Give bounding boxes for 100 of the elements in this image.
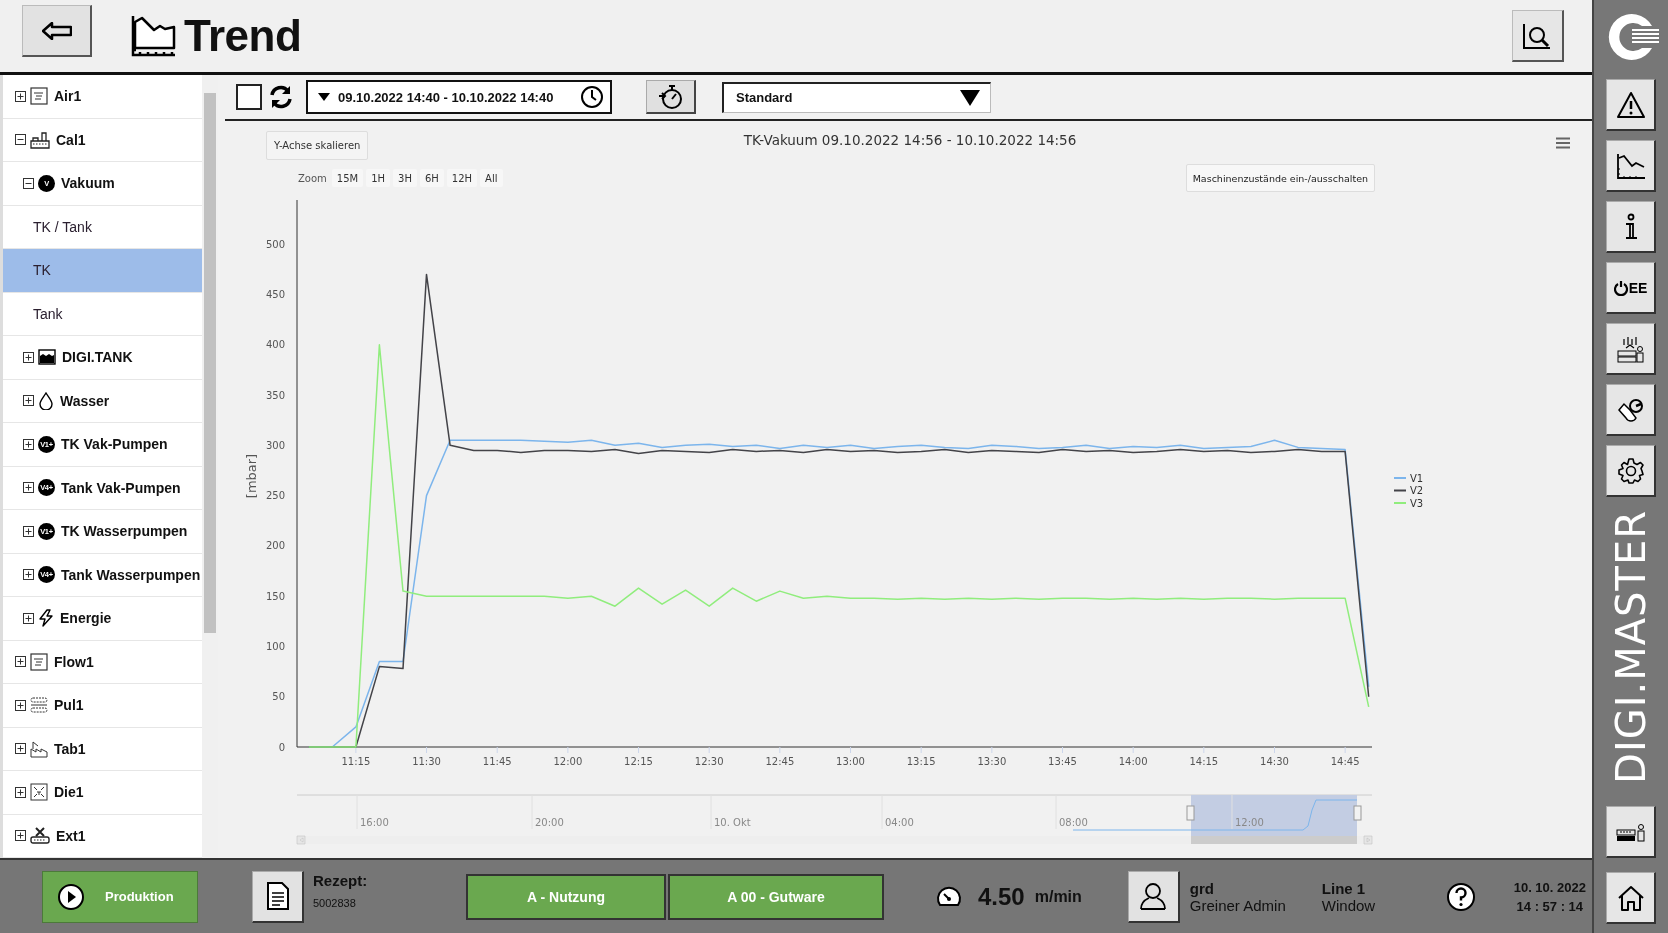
stopwatch-button[interactable] (646, 80, 696, 114)
drop-icon (38, 391, 54, 410)
chart-icon (1615, 151, 1646, 180)
axis-label: 13:45 (1048, 756, 1077, 767)
axis-label: 12:15 (624, 756, 653, 767)
user-role: Greiner Admin (1189, 896, 1287, 914)
zoom-button[interactable]: 6H (419, 169, 444, 187)
document-icon (265, 881, 290, 911)
home-button[interactable] (1606, 872, 1656, 924)
legend-label[interactable]: V1 (1410, 472, 1424, 484)
zoom-button[interactable]: 15M (331, 169, 364, 187)
expand-icon[interactable] (23, 395, 34, 407)
axis-label: 13:30 (977, 756, 1007, 767)
collapse-icon[interactable] (23, 177, 34, 189)
date-range-field[interactable]: 09.10.2022 14:40 - 10.10.2022 14:40 (306, 80, 612, 114)
axis-label: 11:15 (341, 756, 371, 767)
axis-label: 100 (265, 640, 285, 652)
speedometer-icon (936, 886, 962, 907)
legend-label[interactable]: V2 (1410, 485, 1424, 496)
date: 10. 10. 2022 (1513, 879, 1586, 895)
clock-time: 14 : 57 : 14 (1516, 898, 1584, 914)
die-icon (30, 783, 48, 802)
tree-item[interactable]: TK (3, 249, 202, 293)
expand-icon[interactable] (15, 743, 26, 755)
trend-button[interactable] (1606, 140, 1656, 192)
machine-network-button[interactable] (1606, 323, 1656, 375)
axis-label: 500 (265, 238, 285, 250)
axis-label: 14:00 (1118, 756, 1148, 767)
warning-icon (1615, 90, 1646, 119)
back-button[interactable] (22, 5, 92, 57)
axis-label: 12:45 (765, 756, 795, 767)
machine-states-button[interactable]: Maschinenzustände ein-/ausschalten (1185, 164, 1375, 192)
expand-icon[interactable] (23, 612, 34, 624)
chart-search-button[interactable] (1511, 10, 1564, 62)
refresh-icon[interactable] (268, 84, 294, 110)
service-button[interactable] (1606, 384, 1656, 436)
axis-label: 400 (265, 339, 285, 351)
info-button[interactable] (1606, 201, 1656, 253)
axis-label: 14:45 (1330, 756, 1360, 767)
axis-label: 12:30 (694, 756, 724, 767)
zoom-button[interactable]: 12H (446, 169, 478, 187)
expand-icon[interactable] (15, 786, 26, 798)
profile-dropdown[interactable]: Standard (722, 81, 991, 113)
chart-search-icon (1522, 21, 1553, 50)
user-button[interactable] (1127, 870, 1180, 923)
settings-icon (1616, 456, 1645, 485)
line-window: Window (1321, 896, 1442, 914)
help-icon[interactable] (1445, 881, 1476, 912)
slider-handle[interactable] (1186, 805, 1195, 821)
axis-label: 350 (265, 389, 285, 401)
settings-button[interactable] (1606, 445, 1656, 497)
user-icon (1139, 881, 1168, 911)
speed-unit: m/min (1034, 887, 1082, 906)
axis-label: 04:00 (885, 817, 914, 828)
scrollbar[interactable] (202, 75, 218, 858)
zoom-button[interactable]: 1H (366, 169, 391, 187)
machine-network-icon (1615, 334, 1646, 363)
expand-icon[interactable] (23, 438, 34, 450)
expand-icon[interactable] (15, 830, 26, 842)
machine-line-icon (1615, 821, 1646, 842)
legend-label[interactable]: V3 (1410, 497, 1424, 509)
scrollbar-thumb[interactable] (1191, 836, 1357, 844)
tank-icon (38, 349, 56, 366)
expand-icon[interactable] (23, 525, 34, 537)
scale-y-axis-button[interactable]: Y-Achse skalieren (266, 131, 369, 160)
alarm-button[interactable] (1606, 79, 1656, 131)
zoom-button[interactable]: All (480, 169, 503, 187)
slider-handle[interactable] (1353, 805, 1362, 821)
page-title: Trend (184, 11, 302, 61)
axis-label: 11:30 (412, 756, 441, 767)
axis-label: 12:00 (553, 756, 583, 767)
axis-label: 13:00 (836, 756, 865, 767)
line-name: Line 1 (1321, 879, 1367, 897)
checkbox[interactable] (236, 84, 262, 110)
recipe-number: 5002838 (313, 897, 357, 909)
axis-label: 0 (278, 741, 285, 753)
axis-label: 08:00 (1059, 817, 1088, 828)
expand-icon[interactable] (15, 90, 26, 102)
dropdown-arrow-icon[interactable] (318, 93, 330, 101)
recipe-button[interactable] (252, 870, 304, 923)
expand-icon[interactable] (23, 351, 34, 363)
extruder-icon (30, 826, 50, 845)
axis-label: 150 (265, 590, 285, 602)
axis-label: 11:45 (482, 756, 512, 767)
axis-label: 200 (265, 540, 285, 552)
machine-icon (30, 130, 50, 149)
expand-icon[interactable] (15, 656, 26, 668)
lightning-icon (38, 609, 54, 628)
expand-icon[interactable] (23, 482, 34, 494)
zoom-button[interactable]: 3H (393, 169, 417, 187)
axis-label: 14:15 (1189, 756, 1219, 767)
rollers-icon (30, 697, 48, 714)
expand-icon[interactable] (23, 569, 34, 581)
stopwatch-icon (656, 83, 685, 110)
expand-icon[interactable] (15, 699, 26, 711)
panel-icon (30, 87, 48, 106)
oee-button[interactable]: EE (1606, 262, 1656, 314)
menu-icon[interactable] (1556, 137, 1570, 149)
machine-button[interactable] (1606, 806, 1656, 858)
collapse-icon[interactable] (15, 134, 26, 146)
